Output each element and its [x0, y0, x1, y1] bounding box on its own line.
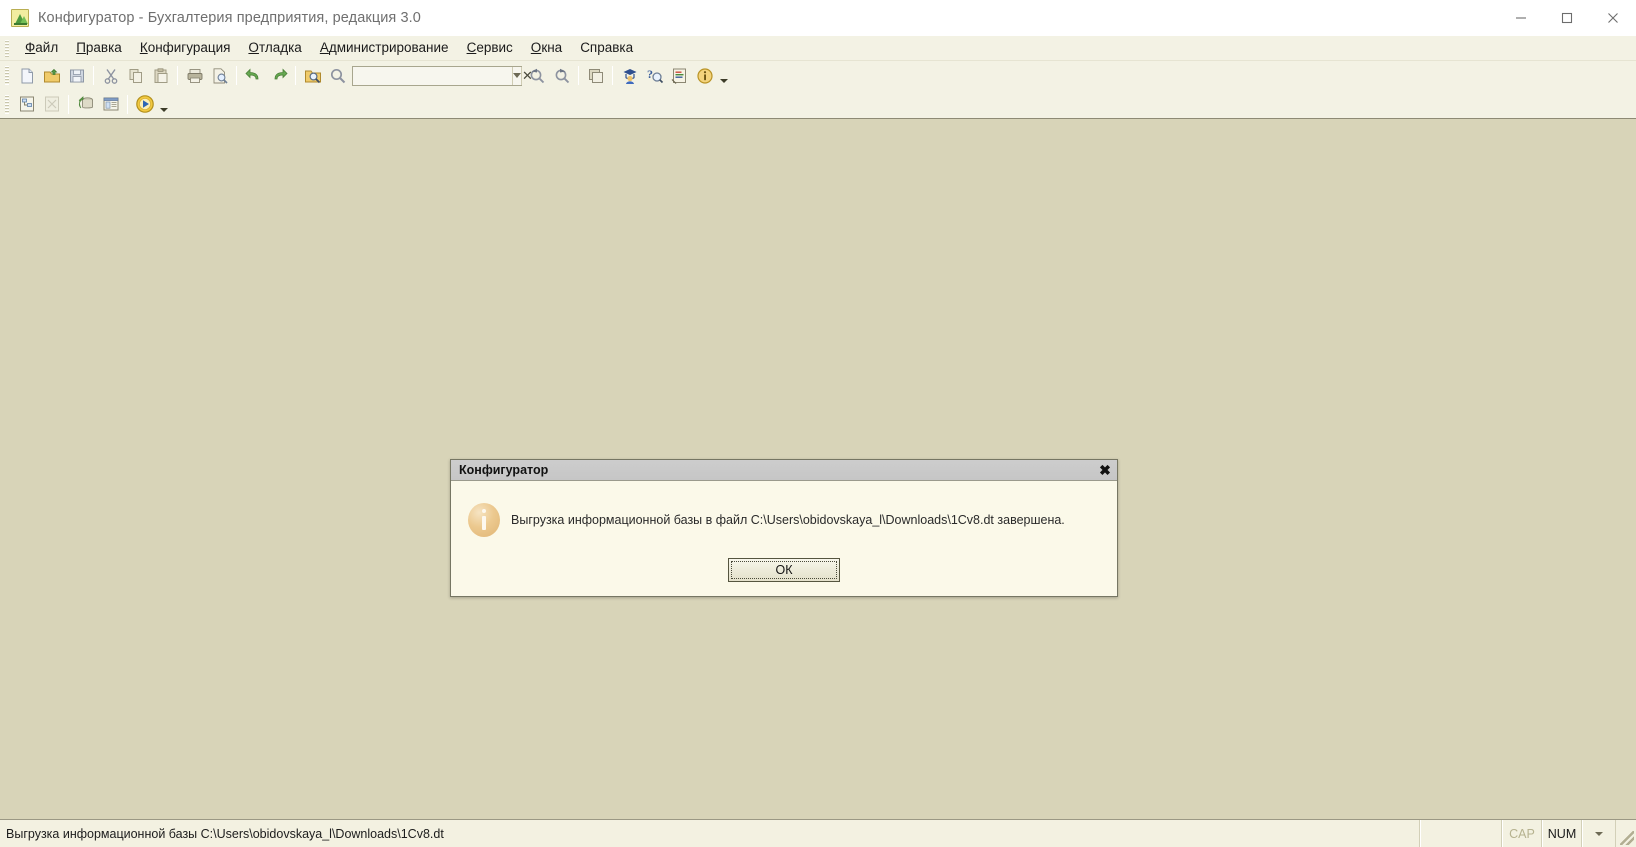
- paste-button[interactable]: [148, 63, 173, 88]
- status-dropdown-icon[interactable]: [1582, 820, 1616, 847]
- search-combo[interactable]: ✕: [352, 65, 533, 86]
- undo-button[interactable]: [241, 63, 266, 88]
- toolbar-separator: [295, 66, 296, 85]
- dialog-message-row: Выгрузка информационной базы в файл C:\U…: [451, 503, 1117, 537]
- help-contents-button[interactable]: [667, 63, 692, 88]
- toolbar-separator: [578, 66, 579, 85]
- about-dropdown-arrow[interactable]: [717, 63, 730, 88]
- ok-button[interactable]: ОК: [728, 557, 840, 582]
- toolbar-grip-handle[interactable]: [5, 94, 9, 114]
- toolbar-separator: [68, 94, 69, 114]
- maximize-button[interactable]: [1544, 0, 1590, 36]
- chevron-down-icon[interactable]: [512, 66, 521, 85]
- minimize-button[interactable]: [1498, 0, 1544, 36]
- toolbar-separator: [236, 66, 237, 85]
- toolbar-separator: [127, 94, 128, 114]
- mdi-workspace: Конфигуратор ✖ Выгрузка информационной б…: [0, 118, 1636, 819]
- start-debugging-button[interactable]: [132, 92, 157, 117]
- config-window-button[interactable]: [98, 92, 123, 117]
- menu-item-file[interactable]: Файл: [16, 38, 67, 58]
- menu-label-administration: дминистрирование: [328, 40, 449, 55]
- open-file-button[interactable]: [39, 63, 64, 88]
- new-file-button[interactable]: [14, 63, 39, 88]
- window-controls: [1498, 0, 1636, 36]
- save-button[interactable]: [64, 63, 89, 88]
- print-button[interactable]: [182, 63, 207, 88]
- close-button[interactable]: [1590, 0, 1636, 36]
- svg-text:?: ?: [647, 67, 653, 81]
- toolbar-separator: [612, 66, 613, 85]
- app-icon: [11, 8, 29, 27]
- menu-item-configuration[interactable]: Конфигурация: [131, 38, 240, 58]
- menu-item-administration[interactable]: Администрирование: [311, 38, 458, 58]
- cut-button[interactable]: [98, 63, 123, 88]
- find-next-button[interactable]: [549, 63, 574, 88]
- status-badge-cap: CAP: [1502, 820, 1542, 847]
- about-button[interactable]: [692, 63, 717, 88]
- message-dialog: Конфигуратор ✖ Выгрузка информационной б…: [450, 459, 1118, 597]
- menu-label-windows: кна: [541, 40, 563, 55]
- menu-bar: Файл Правка Конфигурация Отладка Админис…: [0, 36, 1636, 61]
- find-in-files-button[interactable]: [300, 63, 325, 88]
- search-input[interactable]: [353, 66, 512, 85]
- status-message: Выгрузка информационной базы C:\Users\ob…: [0, 820, 1420, 847]
- menu-label-service: ервис: [476, 40, 513, 55]
- menu-label-configuration: онфигурация: [147, 40, 231, 55]
- status-bar: Выгрузка информационной базы C:\Users\ob…: [0, 819, 1636, 847]
- main-toolbar: ✕ ?: [0, 61, 1636, 90]
- toolbar-grip-handle[interactable]: [5, 66, 9, 85]
- syntax-assistant-button[interactable]: [617, 63, 642, 88]
- menu-label-file: айл: [35, 40, 59, 55]
- menu-item-help[interactable]: Справка: [571, 38, 642, 58]
- resize-grip-icon[interactable]: [1616, 820, 1636, 847]
- info-icon: [468, 503, 500, 537]
- print-preview-button[interactable]: [207, 63, 232, 88]
- configuration-tree-button[interactable]: [14, 92, 39, 117]
- title-bar: Конфигуратор - Бухгалтерия предприятия, …: [0, 0, 1636, 36]
- redo-button[interactable]: [266, 63, 291, 88]
- dialog-title-bar: Конфигуратор ✖: [451, 460, 1117, 481]
- dialog-title: Конфигуратор: [459, 463, 549, 477]
- configuration-support-button: [39, 92, 64, 117]
- menu-item-windows[interactable]: Окна: [522, 38, 571, 58]
- menu-grip-handle[interactable]: [5, 39, 9, 57]
- dialog-button-row: ОК: [451, 537, 1117, 596]
- toolbar-separator: [93, 66, 94, 85]
- windows-button[interactable]: [583, 63, 608, 88]
- dialog-message: Выгрузка информационной базы в файл C:\U…: [511, 513, 1065, 527]
- help-search-button[interactable]: ?: [642, 63, 667, 88]
- menu-label-edit: равка: [85, 40, 122, 55]
- menu-item-debug[interactable]: Отладка: [239, 38, 310, 58]
- configuration-toolbar: [0, 90, 1636, 118]
- toolbar-separator: [177, 66, 178, 85]
- copy-button[interactable]: [123, 63, 148, 88]
- status-badge-num: NUM: [1542, 820, 1582, 847]
- menu-item-edit[interactable]: Правка: [67, 38, 131, 58]
- dialog-body: Выгрузка информационной базы в файл C:\U…: [451, 481, 1117, 596]
- update-database-config-button[interactable]: [73, 92, 98, 117]
- configurator-window: Конфигуратор - Бухгалтерия предприятия, …: [0, 0, 1636, 847]
- start-debugging-dropdown-arrow[interactable]: [157, 92, 170, 117]
- dialog-close-button[interactable]: ✖: [1095, 462, 1115, 479]
- search-button[interactable]: [325, 63, 350, 88]
- menu-item-service[interactable]: Сервис: [458, 38, 522, 58]
- find-previous-button[interactable]: [524, 63, 549, 88]
- window-title: Конфигуратор - Бухгалтерия предприятия, …: [38, 9, 421, 26]
- status-cell-empty: [1420, 820, 1502, 847]
- menu-label-debug: тладка: [258, 40, 302, 55]
